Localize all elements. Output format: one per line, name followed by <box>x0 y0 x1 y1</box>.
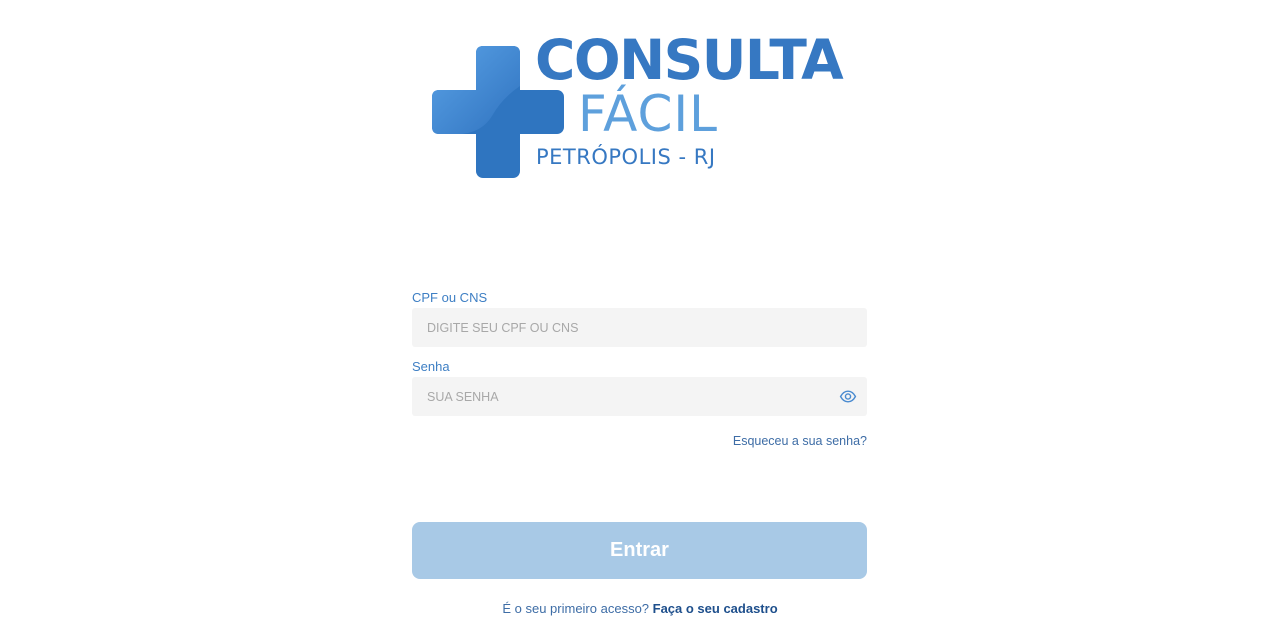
login-page: CONSULTA FÁCIL PETRÓPOLIS - RJ CPF ou CN… <box>0 0 1280 633</box>
logo-subtitle: FÁCIL <box>578 85 719 143</box>
forgot-password-row: Esqueceu a sua senha? <box>412 416 867 456</box>
forgot-password-link[interactable]: Esqueceu a sua senha? <box>733 434 867 448</box>
logo-title: CONSULTA <box>535 28 844 92</box>
signup-prompt: É o seu primeiro acesso? <box>502 601 653 616</box>
login-button[interactable]: Entrar <box>412 522 867 579</box>
cpf-input[interactable] <box>412 308 867 347</box>
login-form: CPF ou CNS Senha Esqueceu a sua senha? <box>412 288 867 456</box>
password-field-wrapper <box>412 377 867 416</box>
password-input[interactable] <box>412 377 867 416</box>
password-label: Senha <box>412 359 450 374</box>
cpf-label: CPF ou CNS <box>412 290 488 305</box>
app-logo: CONSULTA FÁCIL PETRÓPOLIS - RJ <box>432 30 872 180</box>
signup-link[interactable]: Faça o seu cadastro <box>653 601 778 616</box>
cpf-field-wrapper <box>412 308 867 347</box>
eye-icon[interactable] <box>839 388 857 405</box>
logo-city: PETRÓPOLIS - RJ <box>536 145 716 169</box>
signup-row: É o seu primeiro acesso? Faça o seu cada… <box>0 601 1280 616</box>
